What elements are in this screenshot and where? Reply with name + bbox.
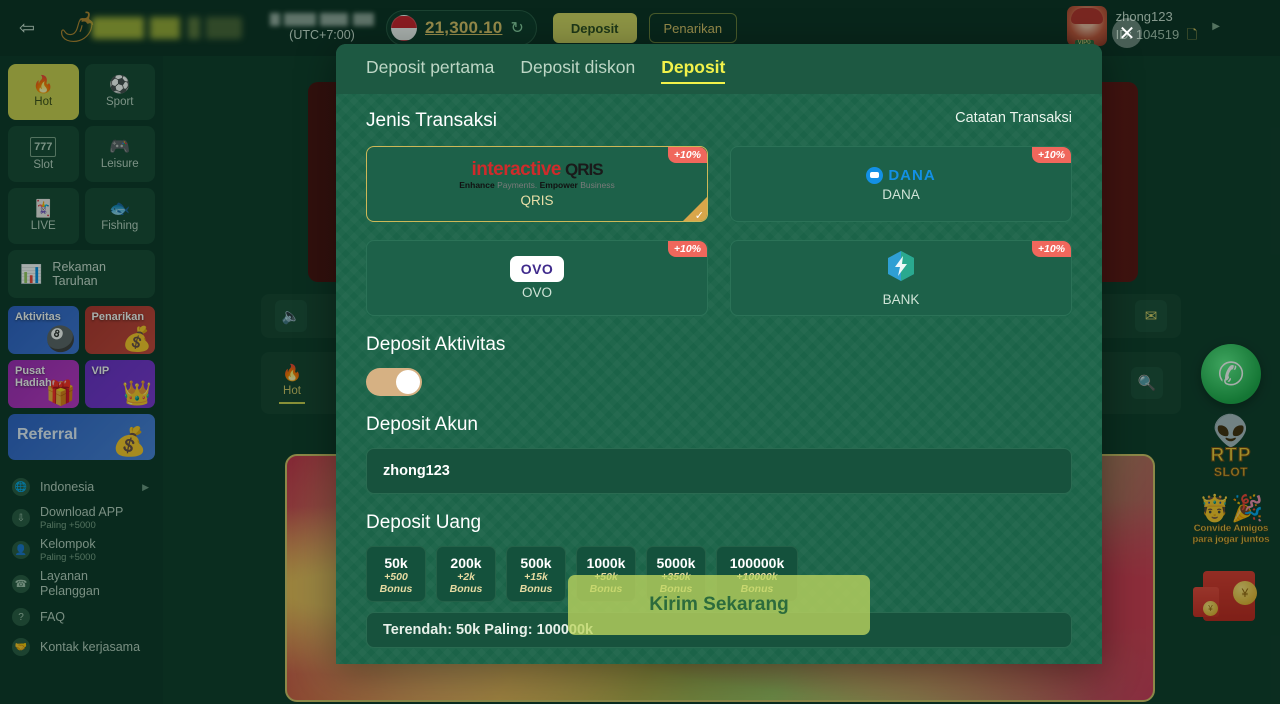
ovo-bonus-badge: +10% bbox=[667, 241, 707, 257]
amount-chip-200k-bonus-label: Bonus bbox=[449, 583, 483, 595]
qris-logo-mark: QRIS bbox=[564, 160, 604, 180]
payment-method-ovo[interactable]: +10% OVO OVO bbox=[366, 240, 708, 316]
toggle-knob bbox=[396, 370, 420, 394]
deposit-modal: Deposit pertama Deposit diskon Deposit J… bbox=[336, 44, 1102, 664]
section-title-deposit-aktivitas: Deposit Aktivitas bbox=[366, 334, 506, 355]
payment-method-dana-label: DANA bbox=[882, 186, 920, 202]
section-title-jenis-transaksi: Jenis Transaksi bbox=[366, 110, 497, 131]
amount-chip-500k[interactable]: 500k +15k Bonus bbox=[506, 546, 566, 602]
deposit-aktivitas-toggle[interactable] bbox=[366, 368, 422, 396]
amount-chip-50k-bonus-label: Bonus bbox=[379, 583, 413, 595]
qris-logo: interactive QRIS Enhance Payments. Empow… bbox=[459, 160, 614, 190]
akun-block: Deposit Akun zhong123 bbox=[366, 414, 1072, 494]
payment-method-ovo-label: OVO bbox=[521, 285, 552, 300]
aktivitas-block: Deposit Aktivitas bbox=[366, 334, 1072, 396]
ovo-logo: OVO bbox=[509, 256, 565, 282]
tab-deposit[interactable]: Deposit bbox=[661, 57, 726, 84]
section-title-deposit-akun: Deposit Akun bbox=[366, 414, 478, 435]
qris-tag-b: Payments. bbox=[494, 180, 540, 191]
dana-logo: DANA bbox=[866, 166, 936, 184]
amount-chip-50k[interactable]: 50k +500 Bonus bbox=[366, 546, 426, 602]
amount-chip-5000k-value: 5000k bbox=[656, 555, 696, 571]
payment-method-qris[interactable]: +10% interactive QRIS Enhance Payments. … bbox=[366, 146, 708, 222]
amount-chip-500k-bonus: +15k bbox=[524, 571, 548, 583]
amount-chip-200k-bonus: +2k bbox=[457, 571, 475, 583]
bank-logo bbox=[884, 249, 918, 289]
close-icon[interactable]: ✕ bbox=[1112, 18, 1142, 48]
modal-body: Jenis Transaksi Catatan Transaksi +10% i… bbox=[336, 94, 1102, 648]
payment-method-qris-label: QRIS bbox=[520, 192, 554, 208]
check-icon: ✓ bbox=[694, 210, 704, 222]
amount-chip-200k-value: 200k bbox=[450, 555, 482, 571]
amount-chip-100000k-value: 100000k bbox=[729, 555, 785, 571]
payment-method-bank[interactable]: +10% BANK bbox=[730, 240, 1072, 316]
kirim-sekarang-button[interactable]: Kirim Sekarang bbox=[568, 575, 870, 635]
transaksi-header: Jenis Transaksi Catatan Transaksi bbox=[366, 110, 1072, 132]
amount-chip-50k-bonus: +500 bbox=[384, 571, 408, 583]
qris-bonus-badge: +10% bbox=[667, 147, 707, 163]
payment-method-bank-label: BANK bbox=[882, 292, 920, 307]
deposit-account-input[interactable]: zhong123 bbox=[366, 448, 1072, 494]
amount-chip-500k-value: 500k bbox=[520, 555, 552, 571]
amount-chip-50k-value: 50k bbox=[384, 555, 408, 571]
qris-logo-word: interactive bbox=[471, 159, 561, 181]
payment-method-grid: +10% interactive QRIS Enhance Payments. … bbox=[366, 146, 1072, 316]
payment-method-dana[interactable]: +10% DANA DANA bbox=[730, 146, 1072, 222]
amount-chip-200k[interactable]: 200k +2k Bonus bbox=[436, 546, 496, 602]
dana-logo-word: DANA bbox=[888, 166, 936, 184]
qris-tag-a: Enhance bbox=[459, 180, 495, 191]
bank-bonus-badge: +10% bbox=[1031, 241, 1071, 257]
tab-deposit-diskon[interactable]: Deposit diskon bbox=[520, 57, 635, 82]
qris-tag-d: Business bbox=[577, 180, 615, 191]
app-root: 🔈 ✉ 🔥 Hot 🔍 ✆ 👽 RTP SLOT � bbox=[0, 0, 1280, 704]
amount-chip-500k-bonus-label: Bonus bbox=[519, 583, 553, 595]
qris-tag-c: Empower bbox=[539, 180, 578, 191]
dana-bonus-badge: +10% bbox=[1031, 147, 1071, 163]
qris-logo-tagline: Enhance Payments. Empower Business bbox=[459, 181, 614, 190]
section-title-deposit-uang: Deposit Uang bbox=[366, 512, 482, 533]
modal-tab-bar: Deposit pertama Deposit diskon Deposit bbox=[336, 44, 1102, 94]
amount-chip-1000k-value: 1000k bbox=[586, 555, 626, 571]
tab-deposit-pertama[interactable]: Deposit pertama bbox=[366, 57, 494, 82]
catatan-transaksi-link[interactable]: Catatan Transaksi bbox=[955, 110, 1072, 126]
